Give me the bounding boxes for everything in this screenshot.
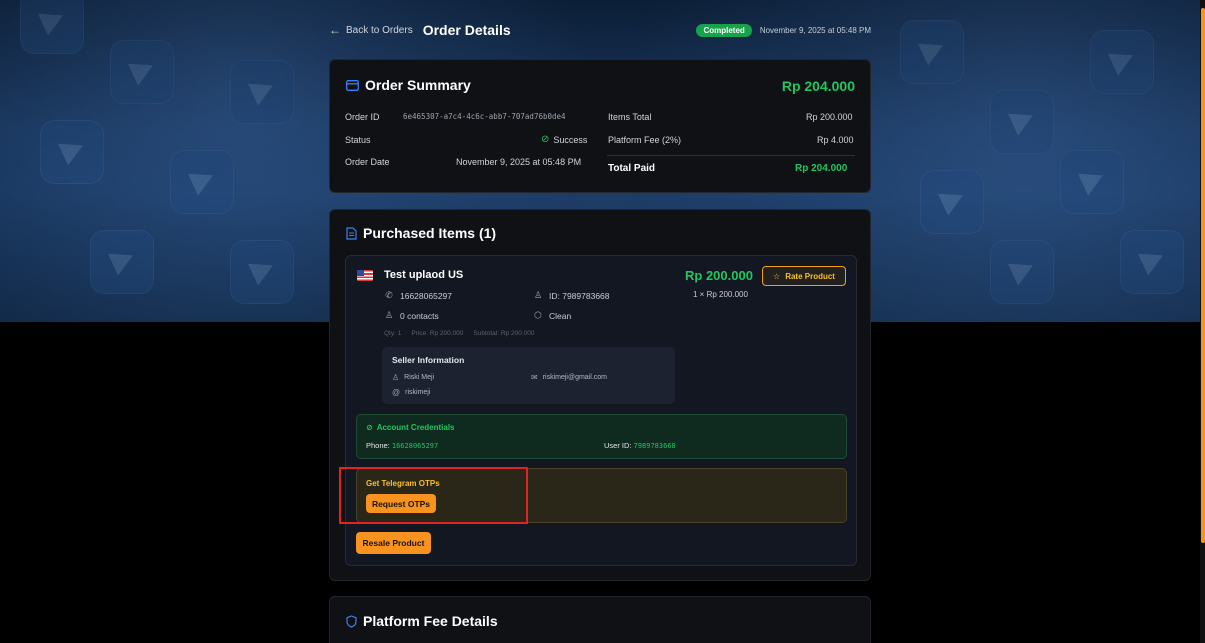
back-to-orders-link[interactable]: ← Back to Orders	[329, 23, 413, 37]
telegram-otp-title: Get Telegram OTPs	[366, 479, 440, 488]
order-date-label: Order Date	[345, 157, 390, 167]
resale-product-button[interactable]: Resale Product	[356, 532, 431, 554]
rate-product-label: Rate Product	[785, 271, 835, 281]
status-value: ⊘ Success	[541, 134, 587, 145]
seller-name: ♙ Riski Meji	[392, 373, 434, 382]
platform-fee-title: Platform Fee Details	[363, 613, 498, 629]
item-clean: ⬡ Clean	[533, 310, 571, 321]
platform-fee-header: Platform Fee Details	[346, 613, 498, 629]
back-label: Back to Orders	[346, 24, 413, 36]
shield-icon	[346, 614, 357, 628]
seller-email-text: riskimeji@gmail.com	[542, 374, 607, 381]
platform-fee-label: Platform Fee (2%)	[608, 135, 682, 145]
order-summary-card: Order Summary Rp 204.000 Order ID 6e4653…	[329, 59, 871, 193]
account-credentials-title: Account Credentials	[376, 423, 455, 432]
header-bar: ← Back to Orders Order Details Completed…	[329, 20, 871, 40]
item-id-text: ID: 7989783668	[549, 290, 610, 301]
order-summary-header: Order Summary	[346, 77, 471, 93]
items-total-value: Rp 200.000	[806, 112, 853, 122]
document-icon	[346, 226, 357, 240]
seller-info-title: Seller Information	[392, 355, 465, 365]
order-total-amount: Rp 204.000	[781, 78, 855, 94]
order-summary-title: Order Summary	[365, 77, 471, 93]
seller-username: @ riskimeji	[392, 388, 430, 397]
total-paid-label: Total Paid	[608, 163, 656, 174]
status-text: Success	[553, 134, 588, 145]
platform-fee-value: Rp 4.000	[817, 135, 854, 145]
item-contacts-text: 0 contacts	[400, 310, 439, 321]
header-date: November 9, 2025 at 05:48 PM	[759, 25, 871, 35]
page-title: Order Details	[422, 22, 511, 38]
credentials-phone-value[interactable]: 16628065297	[392, 442, 438, 450]
credentials-userid: User ID: 7989783668	[604, 441, 676, 450]
item-contacts: ♙ 0 contacts	[384, 310, 439, 321]
account-credentials-header: ⊘ Account Credentials	[366, 423, 455, 432]
platform-fee-card: Platform Fee Details	[329, 596, 871, 643]
summary-divider	[607, 155, 855, 156]
purchased-items-title: Purchased Items (1)	[363, 225, 497, 241]
status-label: Status	[345, 135, 371, 145]
purchased-items-card: Purchased Items (1) Test uplaod US Rp 20…	[329, 209, 871, 581]
phone-icon: ✆	[385, 290, 393, 300]
users-icon: ♙	[384, 310, 394, 320]
us-flag-icon	[357, 270, 373, 281]
telegram-otp-panel: Get Telegram OTPs Request OTPs	[356, 468, 847, 523]
order-id-label: Order ID	[345, 112, 380, 122]
item-price: Rp 200.000	[685, 268, 753, 283]
at-icon: @	[392, 388, 401, 397]
shield-icon: ⬡	[534, 310, 542, 320]
item-phone-text: 16628065297	[400, 290, 453, 301]
seller-info-panel: Seller Information ♙ Riski Meji ✉ riskim…	[382, 347, 675, 404]
item-breakdown: Qty: 1 Price: Rp 200.000 Subtotal: Rp 20…	[384, 330, 534, 337]
order-date-value: November 9, 2025 at 05:48 PM	[456, 157, 582, 167]
credentials-phone-label: Phone:	[366, 441, 390, 450]
status-badge: Completed	[696, 23, 752, 37]
arrow-left-icon: ←	[329, 23, 341, 37]
credentials-userid-label: User ID:	[604, 441, 632, 450]
seller-email: ✉ riskimeji@gmail.com	[531, 373, 607, 382]
star-icon: ☆	[773, 271, 781, 281]
item-name: Test uplaod US	[384, 269, 464, 281]
scrollbar[interactable]	[1200, 0, 1205, 643]
mail-icon: ✉	[531, 373, 538, 382]
item-id: ♙ ID: 7989783668	[533, 290, 610, 301]
rate-product-button[interactable]: ☆ Rate Product	[762, 266, 846, 286]
seller-username-text: riskimeji	[405, 389, 431, 396]
items-total-label: Items Total	[608, 112, 652, 122]
user-icon: ♙	[533, 290, 543, 300]
purchased-item: Test uplaod US Rp 200.000 ☆ Rate Product…	[345, 255, 857, 566]
item-price-small: Price: Rp 200.000	[411, 330, 464, 337]
total-paid-value: Rp 204.000	[795, 163, 848, 174]
item-subtotal-small: Subtotal: Rp 200.000	[473, 330, 535, 337]
request-otps-button[interactable]: Request OTPs	[366, 494, 436, 513]
item-qty-line: 1 × Rp 200.000	[693, 290, 748, 299]
item-qty-small: Qty: 1	[384, 330, 402, 337]
item-clean-text: Clean	[549, 310, 572, 321]
user-icon: ♙	[392, 373, 400, 382]
account-credentials-panel: ⊘ Account Credentials Phone: 16628065297…	[356, 414, 847, 459]
item-phone: ✆ 16628065297	[384, 290, 452, 301]
seller-name-text: Riski Meji	[404, 374, 435, 381]
credit-card-icon	[346, 79, 359, 91]
check-circle-icon: ⊘	[541, 134, 550, 145]
credentials-phone: Phone: 16628065297	[366, 441, 438, 450]
check-circle-icon: ⊘	[366, 423, 373, 432]
purchased-items-header: Purchased Items (1)	[346, 225, 496, 241]
credentials-userid-value[interactable]: 7989783668	[634, 442, 676, 450]
scrollbar-thumb[interactable]	[1201, 8, 1205, 543]
order-id-value: 6e465307-a7c4-4c6c-abb7-707ad76b0de4	[403, 112, 566, 121]
